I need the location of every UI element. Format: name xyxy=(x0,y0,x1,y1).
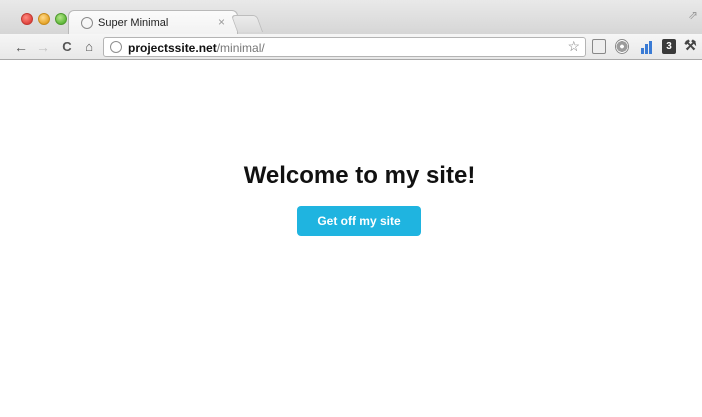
globe-icon xyxy=(81,17,93,29)
url-path: /minimal/ xyxy=(216,41,265,55)
back-arrow-icon[interactable]: ← xyxy=(14,37,28,57)
new-tab-button[interactable] xyxy=(230,15,264,32)
get-off-site-button[interactable]: Get off my site xyxy=(297,206,421,236)
page-heading: Welcome to my site! xyxy=(243,162,476,189)
window-maximize-button[interactable] xyxy=(55,13,67,25)
url-text: projectssite.net/minimal/ xyxy=(128,41,265,55)
forward-arrow-icon[interactable]: → xyxy=(36,37,50,57)
page-info-icon[interactable] xyxy=(110,41,122,53)
browser-window: Super Minimal × ⇗ ← → C ⌂ projectssite.n… xyxy=(0,0,702,417)
bookmark-star-icon[interactable]: ☆ xyxy=(567,38,580,55)
extension-badge-icon[interactable]: 3 xyxy=(662,39,676,54)
reload-icon[interactable]: C xyxy=(60,37,74,57)
home-icon[interactable]: ⌂ xyxy=(81,37,97,57)
extension-bar-chart-icon[interactable] xyxy=(640,39,654,54)
page-content: Welcome to my site! Get off my site xyxy=(0,61,702,417)
tab-strip: Super Minimal × ⇗ xyxy=(0,0,702,36)
wrench-menu-icon[interactable]: ⚒ xyxy=(684,37,697,54)
address-bar[interactable]: projectssite.net/minimal/ ☆ xyxy=(103,37,586,57)
window-close-button[interactable] xyxy=(21,13,33,25)
extension-clipboard-icon[interactable] xyxy=(592,39,606,54)
browser-toolbar: ← → C ⌂ projectssite.net/minimal/ ☆ 3 ⚒ xyxy=(0,34,702,60)
extension-globe-icon[interactable] xyxy=(615,39,629,54)
tab-close-icon[interactable]: × xyxy=(218,15,225,29)
url-host: projectssite.net xyxy=(128,41,217,55)
profile-icon[interactable]: ⇗ xyxy=(688,8,698,22)
tab-super-minimal[interactable]: Super Minimal × xyxy=(68,10,238,36)
tab-title: Super Minimal xyxy=(98,17,169,29)
window-minimize-button[interactable] xyxy=(38,13,50,25)
